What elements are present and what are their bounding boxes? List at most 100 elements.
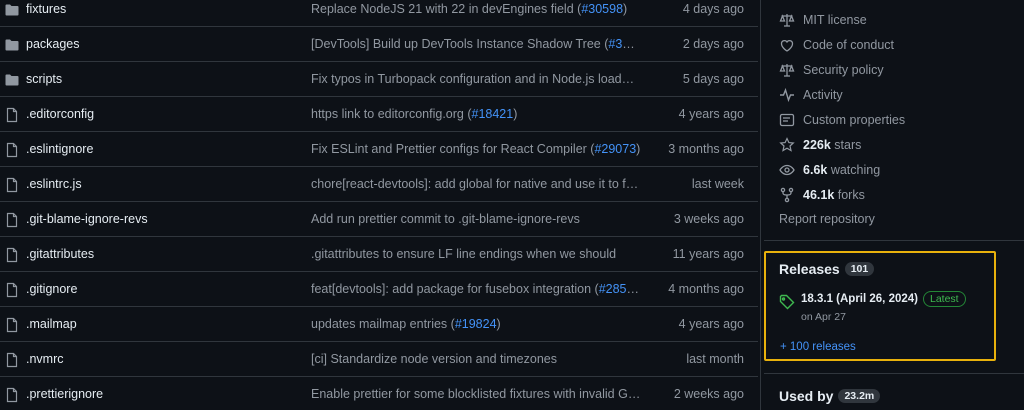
file-row[interactable]: .gitattributes .gitattributes to ensure L…: [0, 237, 758, 272]
file-row[interactable]: scripts Fix typos in Turbopack configurat…: [0, 62, 758, 97]
file-name-link[interactable]: .prettierignore: [26, 387, 103, 401]
stars-label: stars: [830, 138, 862, 152]
commit-message[interactable]: Enable prettier for some blocklisted fix…: [311, 387, 641, 401]
file-icon: [4, 387, 20, 403]
commit-age: last month: [686, 352, 744, 366]
license-link[interactable]: MIT license: [779, 10, 867, 30]
pulse-icon: [779, 87, 795, 103]
column-divider: [760, 0, 761, 410]
file-name-link[interactable]: scripts: [26, 72, 62, 86]
commit-age: 2 weeks ago: [673, 387, 744, 401]
forks-label: forks: [834, 188, 865, 202]
commit-text: feat[devtools]: add package for fusebox …: [311, 282, 599, 296]
pr-link[interactable]: #29073: [594, 142, 636, 156]
file-row[interactable]: .mailmap updates mailmap entries (#19824)…: [0, 307, 758, 342]
file-row[interactable]: .eslintignore Fix ESLint and Prettier con…: [0, 132, 758, 167]
heart-icon: [779, 37, 795, 53]
commit-message[interactable]: chore[react-devtools]: add global for na…: [311, 177, 641, 191]
file-row[interactable]: .editorconfig https link to editorconfig.…: [0, 97, 758, 132]
license-label: MIT license: [803, 13, 867, 27]
file-row[interactable]: .prettierignore Enable prettier for some …: [0, 377, 758, 410]
commit-text: Fix typos in Turbopack configuration and…: [311, 72, 641, 86]
commit-age: 5 days ago: [682, 72, 744, 86]
forks-count: 46.1k: [803, 188, 835, 202]
commit-message[interactable]: Fix typos in Turbopack configuration and…: [311, 72, 641, 86]
file-name-link[interactable]: .mailmap: [26, 317, 77, 331]
commit-message[interactable]: updates mailmap entries (#19824): [311, 317, 641, 331]
stars-count: 226k: [803, 138, 831, 152]
commit-message[interactable]: Replace NodeJS 21 with 22 in devEngines …: [311, 2, 641, 16]
commit-age: 3 weeks ago: [673, 212, 744, 226]
watching-link[interactable]: 6.6k watching: [779, 160, 880, 180]
file-name-link[interactable]: .eslintrc.js: [26, 177, 82, 191]
activity-link[interactable]: Activity: [779, 85, 843, 105]
law-icon: [779, 62, 795, 78]
commit-text: Enable prettier for some blocklisted fix…: [311, 387, 641, 401]
report-repository-link[interactable]: Report repository: [779, 212, 875, 226]
watching-count: 6.6k: [803, 163, 828, 177]
commit-message[interactable]: feat[devtools]: add package for fusebox …: [311, 282, 641, 296]
used-by-title: Used by: [779, 388, 834, 404]
pr-link[interactable]: #30625: [608, 37, 641, 51]
used-by-heading[interactable]: Used by 23.2m: [779, 388, 881, 404]
file-name-link[interactable]: fixtures: [26, 2, 66, 16]
star-icon: [779, 137, 795, 153]
folder-icon: [4, 72, 20, 88]
file-row[interactable]: .gitignore feat[devtools]: add package fo…: [0, 272, 758, 307]
file-row[interactable]: .nvmrc [ci] Standardize node version and …: [0, 342, 758, 377]
file-row[interactable]: .git-blame-ignore-revs Add run prettier c…: [0, 202, 758, 237]
commit-text: updates mailmap entries (: [311, 317, 455, 331]
file-name-link[interactable]: .editorconfig: [26, 107, 94, 121]
security-policy-link[interactable]: Security policy: [779, 60, 884, 80]
commit-text: Replace NodeJS 21 with 22 in devEngines …: [311, 2, 582, 16]
forks-link[interactable]: 46.1k forks: [779, 185, 865, 205]
file-name-link[interactable]: .git-blame-ignore-revs: [26, 212, 148, 226]
pr-link[interactable]: #19824: [455, 317, 497, 331]
custom-properties-link[interactable]: Custom properties: [779, 110, 905, 130]
stars-link[interactable]: 226k stars: [779, 135, 861, 155]
law-icon: [779, 12, 795, 28]
commit-text-end: ): [640, 282, 641, 296]
commit-text: Fix ESLint and Prettier configs for Reac…: [311, 142, 595, 156]
pr-link[interactable]: #30598: [581, 2, 623, 16]
commit-message[interactable]: Fix ESLint and Prettier configs for Reac…: [311, 142, 641, 156]
file-list: fixtures Replace NodeJS 21 with 22 in dev…: [0, 0, 758, 410]
commit-message[interactable]: [ci] Standardize node version and timezo…: [311, 352, 641, 366]
file-icon: [4, 247, 20, 263]
file-name-link[interactable]: packages: [26, 37, 80, 51]
used-by-count: 23.2m: [838, 389, 881, 403]
watching-label: watching: [827, 163, 881, 177]
file-row[interactable]: fixtures Replace NodeJS 21 with 22 in dev…: [0, 0, 758, 27]
pr-link[interactable]: #18421: [472, 107, 514, 121]
commit-text-end: ): [496, 317, 501, 331]
commit-text: [ci] Standardize node version and timezo…: [311, 352, 557, 366]
section-divider: [764, 240, 1024, 241]
fork-icon: [779, 187, 795, 203]
commit-message[interactable]: https link to editorconfig.org (#18421): [311, 107, 641, 121]
commit-text-end: ): [623, 2, 628, 16]
note-icon: [779, 112, 795, 128]
file-name-link[interactable]: .gitattributes: [26, 247, 94, 261]
commit-age: 2 days ago: [682, 37, 744, 51]
file-row[interactable]: packages [DevTools] Build up DevTools Ins…: [0, 27, 758, 62]
file-name-link[interactable]: .eslintignore: [26, 142, 93, 156]
custom-properties-label: Custom properties: [803, 113, 906, 127]
commit-text: [DevTools] Build up DevTools Instance Sh…: [311, 37, 609, 51]
commit-age: 4 days ago: [682, 2, 744, 16]
commit-message[interactable]: [DevTools] Build up DevTools Instance Sh…: [311, 37, 641, 51]
folder-icon: [4, 2, 20, 18]
commit-message[interactable]: Add run prettier commit to .git-blame-ig…: [311, 212, 641, 226]
file-icon: [4, 177, 20, 193]
releases-highlight-box: [764, 251, 996, 361]
file-name-link[interactable]: .nvmrc: [26, 352, 64, 366]
commit-text: Add run prettier commit to .git-blame-ig…: [311, 212, 580, 226]
commit-age: 4 years ago: [678, 107, 744, 121]
commit-text-end: ): [513, 107, 518, 121]
file-name-link[interactable]: .gitignore: [26, 282, 77, 296]
commit-message[interactable]: .gitattributes to ensure LF line endings…: [311, 247, 641, 261]
pr-link[interactable]: #28553: [599, 282, 641, 296]
file-row[interactable]: .eslintrc.js chore[react-devtools]: add g…: [0, 167, 758, 202]
activity-label: Activity: [803, 88, 843, 102]
code-of-conduct-link[interactable]: Code of conduct: [779, 35, 894, 55]
file-icon: [4, 142, 20, 158]
